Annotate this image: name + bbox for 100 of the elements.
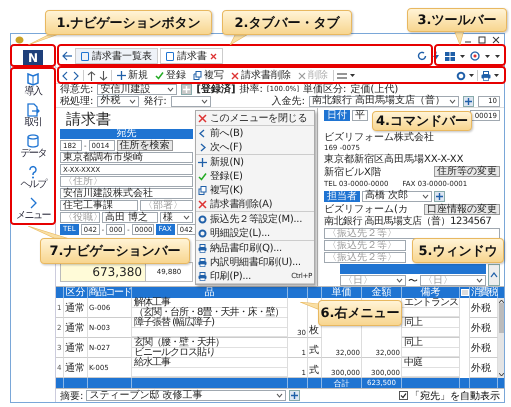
table-cell-text: 通常	[65, 342, 85, 354]
department-field[interactable]: 住宅工事課	[60, 200, 138, 211]
caret-icon	[422, 194, 429, 199]
nav-item[interactable]: ヘルプ	[20, 165, 46, 190]
nav-button[interactable]: N	[23, 50, 43, 66]
menu-item[interactable]: 振込先２等設定(M)...	[196, 212, 314, 226]
command-button[interactable]: 新規	[116, 70, 149, 82]
back-arrow-icon	[61, 50, 73, 62]
scrollbar[interactable]	[498, 298, 504, 378]
arrow-down-icon	[99, 70, 108, 81]
add-button[interactable]	[434, 190, 445, 202]
table-cell-text: 外税	[471, 322, 491, 334]
menu-item[interactable]: 登録(E)	[196, 169, 314, 183]
menu-item[interactable]: このメニューを閉じる	[196, 111, 314, 125]
menu-item[interactable]: 新規(N)	[196, 155, 314, 169]
table-cell-text: 外税	[471, 342, 491, 354]
caret-icon	[476, 278, 483, 284]
document-arrow-icon	[26, 103, 40, 117]
database-icon	[26, 134, 40, 148]
close-icon[interactable]	[210, 52, 217, 60]
document-title: 請求書	[65, 110, 112, 128]
table-cell: 玄関（腰・壁・天井）	[134, 337, 224, 348]
change-account-button[interactable]: 口座情報の変更	[424, 204, 500, 215]
menu-item[interactable]: 複写(K)	[196, 183, 314, 197]
close-icon	[198, 114, 207, 122]
column-header: 金額	[372, 287, 392, 298]
range-separator: 〜	[408, 274, 418, 288]
tab[interactable]: 請求書一覧表	[75, 48, 158, 64]
caret-icon	[449, 98, 456, 104]
callout-label: 2.タブバー・タブ	[222, 10, 352, 35]
dropdown-icon	[494, 74, 499, 78]
company-name: ビズリフォーム株式会社	[324, 132, 435, 143]
command-button[interactable]: 登録	[154, 70, 187, 82]
nav-item[interactable]: データ	[20, 134, 46, 159]
document-icon	[166, 52, 174, 61]
scroll-down-icon[interactable]	[498, 373, 504, 376]
refresh-icon	[417, 51, 427, 62]
customer-select[interactable]: 安信川建設	[97, 84, 178, 96]
tax-select[interactable]: 外税	[97, 96, 140, 107]
field-label: 得意先:	[60, 84, 94, 96]
chevron-left-icon	[61, 70, 69, 81]
plus-icon	[465, 98, 472, 105]
field-label: 単価区分:	[303, 84, 346, 96]
close-icon	[198, 200, 207, 208]
auto-display-checkbox[interactable]: 「宛先」を自動表示	[399, 388, 500, 402]
menu-icon	[337, 72, 347, 80]
printer-icon	[481, 70, 491, 81]
menu-item[interactable]: 前へ(B)	[196, 126, 314, 140]
status-label: [登録済]	[196, 84, 236, 96]
field-label: 摘要:	[60, 390, 84, 402]
chevron-left-icon	[198, 128, 207, 138]
staff-select[interactable]: 高橋 次郎	[362, 190, 432, 202]
plus-icon	[436, 192, 443, 200]
date-label: 日付	[324, 110, 350, 122]
command-button[interactable]: 請求書削除	[230, 70, 292, 82]
callout-label: 6.右メニュー	[318, 300, 402, 326]
dropdown-icon	[469, 74, 474, 78]
address-field[interactable]: 東京都調布市柴崎	[60, 152, 193, 163]
company-field[interactable]: 安信川建設株式会社	[60, 188, 193, 199]
date-field[interactable]: 平	[352, 110, 368, 122]
copy-icon	[198, 186, 207, 194]
change-address-button[interactable]: 住所等の変更	[434, 166, 500, 178]
menu-item[interactable]: 納品書印刷(Q)...	[196, 241, 314, 255]
nav-item[interactable]: 導入	[24, 72, 42, 97]
caret-icon	[200, 98, 208, 104]
printer-icon	[198, 272, 207, 280]
close-icon	[492, 36, 500, 44]
check-icon	[198, 172, 207, 180]
name-field[interactable]: 高田 博之	[102, 212, 158, 223]
menu-item[interactable]: 請求書削除(A)	[196, 197, 314, 211]
app-icon	[15, 36, 24, 44]
field-label: 発行:	[143, 96, 167, 107]
address-search-button[interactable]: 住所を検索	[116, 140, 173, 151]
honorific-select[interactable]: 様	[160, 212, 193, 223]
callout-label: 4.コマンドバー	[372, 111, 472, 131]
menu-item[interactable]: 次へ(F)	[196, 140, 314, 154]
checkbox-icon	[399, 391, 408, 400]
caret-icon	[276, 393, 284, 398]
building-text: 新宿ビルX階	[324, 166, 381, 179]
tab[interactable]: 請求書	[160, 48, 223, 64]
scroll-up-icon[interactable]	[498, 300, 504, 303]
field-label: 入金先:	[272, 96, 305, 107]
column-header: 区分	[66, 287, 86, 298]
collapse-button[interactable]	[488, 264, 500, 286]
nav-item[interactable]: メニュー	[16, 196, 50, 221]
command-button[interactable]: 複写	[192, 70, 225, 82]
table-cell-text: 通常	[65, 362, 85, 374]
menu-item[interactable]: 内訳明細書印刷(U)...	[196, 255, 314, 269]
total-label: 合計	[334, 378, 350, 388]
add-button[interactable]	[463, 96, 474, 107]
printer-icon	[198, 258, 207, 266]
deposit-select[interactable]: 南北銀行 高田馬場支店（普）	[309, 96, 459, 107]
table-cell-text: 枚	[309, 324, 319, 337]
nav-item[interactable]: 取引	[24, 103, 42, 128]
menu-item[interactable]: 明細設定(L)...	[196, 226, 314, 240]
table-cell-text: 外税	[471, 302, 491, 314]
summary-select[interactable]: スティーブン邸 改修工事	[86, 390, 286, 401]
add-button[interactable]	[289, 390, 300, 401]
lightning-icon	[432, 51, 440, 62]
plus-icon	[183, 86, 190, 94]
